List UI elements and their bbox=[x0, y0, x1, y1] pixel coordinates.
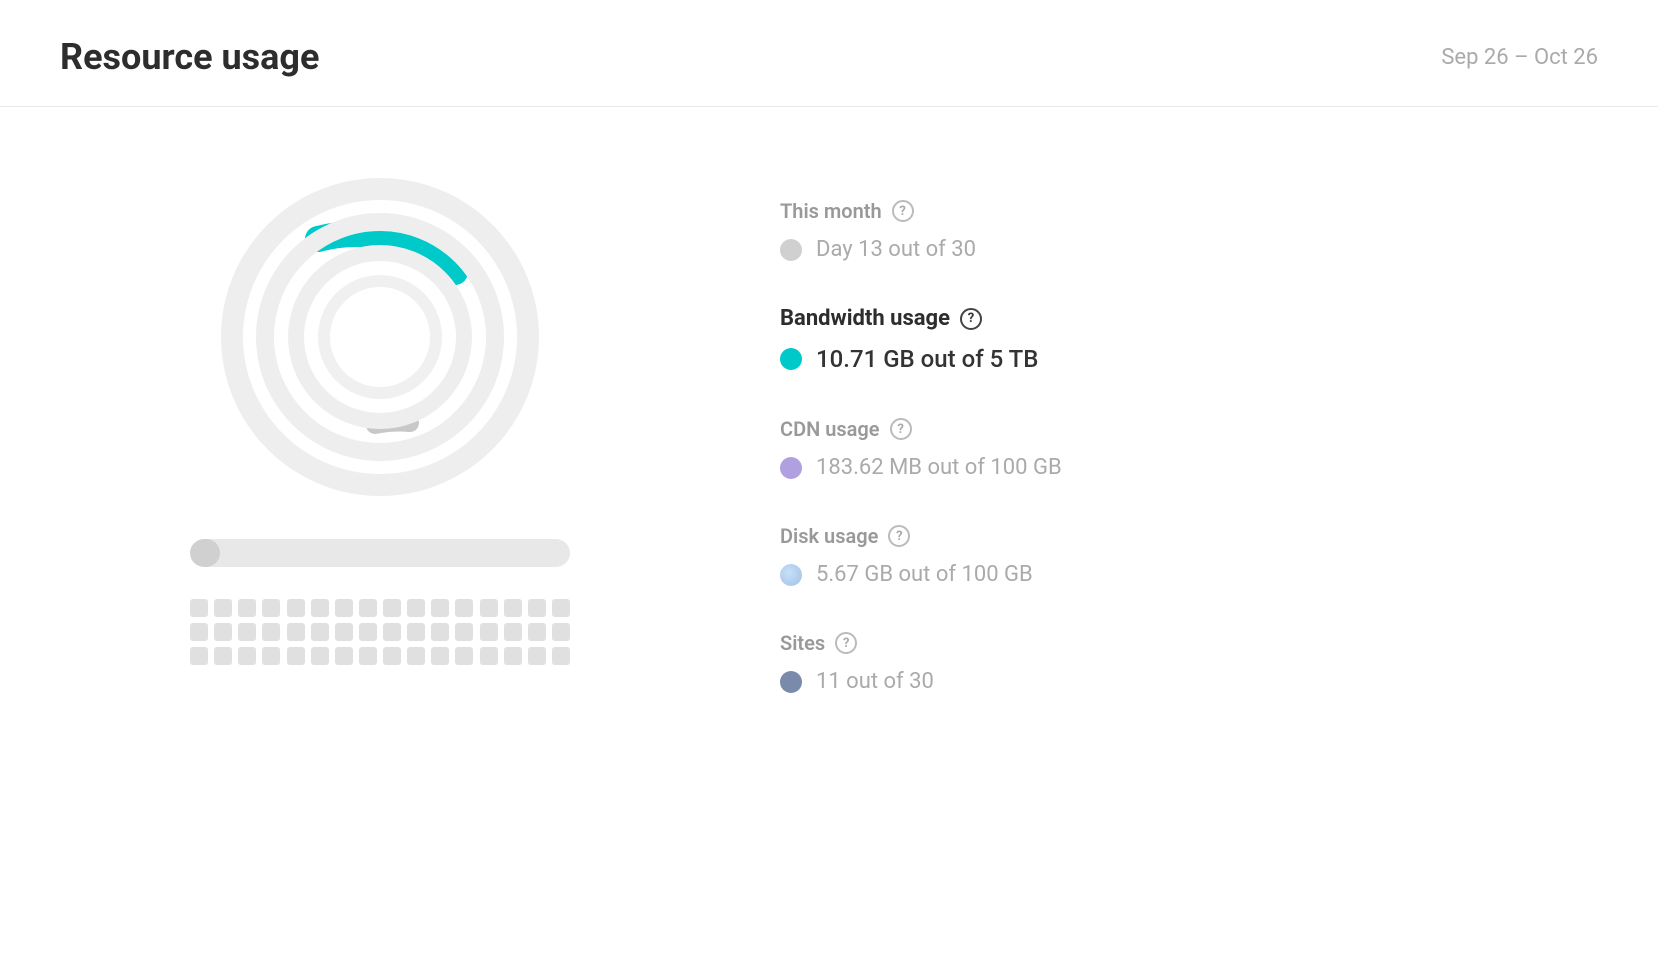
skeleton-cell bbox=[311, 599, 329, 617]
cdn-label: CDN usage ? bbox=[780, 417, 1598, 441]
skeleton-cell bbox=[504, 599, 522, 617]
skeleton-cell bbox=[335, 647, 353, 665]
skeleton-cell bbox=[262, 647, 280, 665]
skeleton-cell bbox=[407, 647, 425, 665]
skeleton-cell bbox=[407, 623, 425, 641]
skeleton-cell bbox=[407, 599, 425, 617]
loading-bar-fill bbox=[190, 539, 220, 567]
skeleton-cell bbox=[214, 647, 232, 665]
cdn-dot bbox=[780, 457, 802, 479]
skeleton-cell bbox=[311, 647, 329, 665]
this-month-label: This month ? bbox=[780, 199, 1598, 223]
skeleton-cell bbox=[287, 647, 305, 665]
skeleton-cell bbox=[504, 623, 522, 641]
skeleton-cell bbox=[359, 623, 377, 641]
skeleton-cell bbox=[383, 599, 401, 617]
this-month-help-icon[interactable]: ? bbox=[892, 200, 914, 222]
skeleton-cell bbox=[287, 599, 305, 617]
skeleton-cell bbox=[238, 599, 256, 617]
skeleton-cell bbox=[214, 599, 232, 617]
disk-section: Disk usage ? 5.67 GB out of 100 GB bbox=[780, 502, 1598, 609]
skeleton-cell bbox=[480, 647, 498, 665]
skeleton-cell bbox=[528, 623, 546, 641]
date-range: Sep 26 – Oct 26 bbox=[1441, 45, 1598, 70]
skeleton-cell bbox=[552, 647, 570, 665]
bandwidth-section: Bandwidth usage ? 10.71 GB out of 5 TB bbox=[780, 284, 1598, 395]
skeleton-cell bbox=[431, 623, 449, 641]
skeleton-cell bbox=[214, 623, 232, 641]
skeleton-cell bbox=[528, 599, 546, 617]
skeleton-cell bbox=[262, 623, 280, 641]
cdn-value: 183.62 MB out of 100 GB bbox=[780, 455, 1598, 480]
skeleton-cell bbox=[455, 623, 473, 641]
skeleton-cell bbox=[480, 623, 498, 641]
this-month-section: This month ? Day 13 out of 30 bbox=[780, 177, 1598, 284]
disk-dot bbox=[780, 564, 802, 586]
cdn-section: CDN usage ? 183.62 MB out of 100 GB bbox=[780, 395, 1598, 502]
page-header: Resource usage Sep 26 – Oct 26 bbox=[0, 0, 1658, 107]
skeleton-cell bbox=[431, 599, 449, 617]
bandwidth-dot bbox=[780, 348, 802, 370]
cdn-help-icon[interactable]: ? bbox=[890, 418, 912, 440]
loading-bar bbox=[190, 539, 570, 567]
donut-chart bbox=[210, 167, 550, 507]
skeleton-cell bbox=[190, 623, 208, 641]
skeleton-cell bbox=[190, 599, 208, 617]
skeleton-cell bbox=[455, 647, 473, 665]
skeleton-cell bbox=[262, 599, 280, 617]
skeleton-cell bbox=[552, 623, 570, 641]
donut-svg bbox=[210, 167, 550, 507]
skeleton-cell bbox=[311, 623, 329, 641]
bandwidth-label: Bandwidth usage ? bbox=[780, 306, 1598, 331]
skeleton-cell bbox=[287, 623, 305, 641]
disk-help-icon[interactable]: ? bbox=[888, 525, 910, 547]
sites-label: Sites ? bbox=[780, 631, 1598, 655]
sites-help-icon[interactable]: ? bbox=[835, 632, 857, 654]
this-month-value: Day 13 out of 30 bbox=[780, 237, 1598, 262]
skeleton-cell bbox=[383, 623, 401, 641]
sites-dot bbox=[780, 671, 802, 693]
skeleton-cell bbox=[480, 599, 498, 617]
sites-value: 11 out of 30 bbox=[780, 669, 1598, 694]
skeleton-cell bbox=[455, 599, 473, 617]
skeleton-cell bbox=[190, 647, 208, 665]
stats-area: This month ? Day 13 out of 30 Bandwidth … bbox=[780, 167, 1598, 716]
skeleton-cell bbox=[383, 647, 401, 665]
skeleton-cell bbox=[528, 647, 546, 665]
sites-section: Sites ? 11 out of 30 bbox=[780, 609, 1598, 716]
skeleton-cell bbox=[335, 599, 353, 617]
bandwidth-help-icon[interactable]: ? bbox=[960, 308, 982, 330]
skeleton-cell bbox=[359, 599, 377, 617]
skeleton-cell bbox=[359, 647, 377, 665]
skeleton-cell bbox=[431, 647, 449, 665]
skeleton-grid bbox=[190, 599, 570, 665]
skeleton-cell bbox=[238, 647, 256, 665]
chart-area bbox=[60, 167, 700, 665]
skeleton-cell bbox=[552, 599, 570, 617]
disk-value: 5.67 GB out of 100 GB bbox=[780, 562, 1598, 587]
skeleton-cell bbox=[504, 647, 522, 665]
page-title: Resource usage bbox=[60, 36, 319, 78]
skeleton-cell bbox=[335, 623, 353, 641]
this-month-dot bbox=[780, 239, 802, 261]
main-content: This month ? Day 13 out of 30 Bandwidth … bbox=[0, 107, 1658, 756]
skeleton-cell bbox=[238, 623, 256, 641]
bandwidth-value: 10.71 GB out of 5 TB bbox=[780, 345, 1598, 373]
disk-label: Disk usage ? bbox=[780, 524, 1598, 548]
